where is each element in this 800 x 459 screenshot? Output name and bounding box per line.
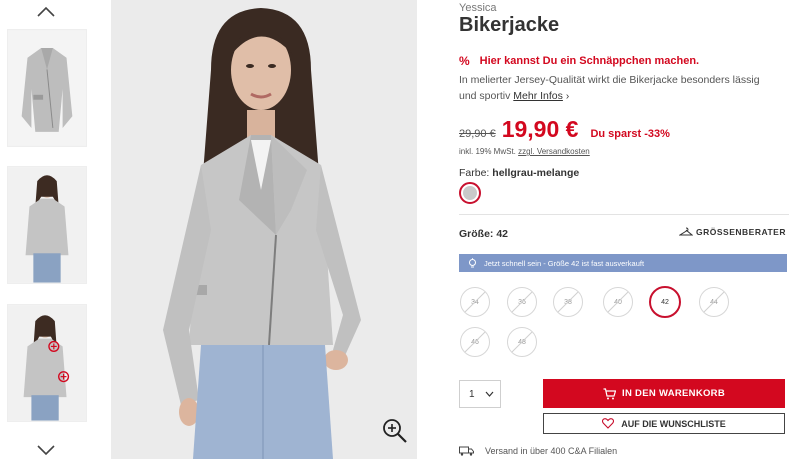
heart-icon bbox=[602, 418, 615, 429]
size-label-46: 46 bbox=[471, 338, 479, 346]
add-to-cart-label: IN DEN WARENKORB bbox=[622, 388, 725, 399]
brand-name: Yessica bbox=[459, 2, 497, 14]
size-option-38[interactable]: 38 bbox=[553, 287, 583, 317]
size-label-38: 38 bbox=[564, 298, 572, 306]
product-info: Yessica Bikerjacke % Hier kannst Du ein … bbox=[459, 0, 789, 459]
zoom-in-icon[interactable] bbox=[381, 417, 409, 445]
wishlist-label: AUF DIE WUNSCHLISTE bbox=[621, 418, 726, 429]
product-title: Bikerjacke bbox=[459, 14, 560, 36]
size-advisor-label: GRÖSSENBERATER bbox=[696, 227, 786, 237]
size-option-48[interactable]: 48 bbox=[507, 327, 537, 357]
old-price: 29,90 € bbox=[459, 128, 496, 140]
thumbnail-model-front[interactable] bbox=[7, 166, 87, 284]
promo-message: % Hier kannst Du ein Schnäppchen machen. bbox=[459, 54, 699, 68]
color-value: hellgrau-melange bbox=[492, 167, 580, 179]
size-option-44[interactable]: 44 bbox=[699, 287, 729, 317]
saving-badge: Du sparst -33% bbox=[590, 128, 670, 140]
divider bbox=[459, 214, 789, 215]
size-label-42: 42 bbox=[661, 298, 669, 306]
size-label-34: 34 bbox=[471, 298, 479, 306]
chevron-up-icon[interactable] bbox=[34, 2, 58, 22]
size-option-46[interactable]: 46 bbox=[460, 327, 490, 357]
color-swatch-hellgrau[interactable] bbox=[459, 182, 481, 204]
delivery-info: Versand in über 400 C&A Filialen bbox=[459, 446, 617, 456]
promo-text: Hier kannst Du ein Schnäppchen machen. bbox=[479, 55, 700, 67]
price-row: 29,90 € 19,90 € Du sparst -33% bbox=[459, 116, 670, 143]
size-label-36: 36 bbox=[518, 298, 526, 306]
lightbulb-icon bbox=[469, 257, 476, 267]
thumbnail-jacket-flat[interactable] bbox=[7, 29, 87, 147]
low-stock-alert: Jetzt schnell sein - Größe 42 ist fast a… bbox=[459, 254, 787, 272]
current-price: 19,90 € bbox=[501, 116, 579, 142]
alert-text: Jetzt schnell sein - Größe 42 ist fast a… bbox=[484, 258, 645, 268]
quantity-select[interactable]: 1 bbox=[459, 380, 501, 408]
main-product-image[interactable] bbox=[111, 0, 417, 459]
cart-icon bbox=[603, 387, 617, 399]
size-option-34[interactable]: 34 bbox=[460, 287, 490, 317]
vat-text: inkl. 19% MwSt. bbox=[459, 147, 516, 156]
hanger-icon bbox=[679, 227, 694, 236]
chevron-right-icon: › bbox=[565, 91, 570, 102]
more-info-link[interactable]: Mehr Infos bbox=[513, 90, 563, 102]
size-option-36[interactable]: 36 bbox=[507, 287, 537, 317]
size-label: Größe: 42 bbox=[459, 228, 509, 240]
quantity-value: 1 bbox=[469, 388, 475, 400]
size-label-40: 40 bbox=[614, 298, 622, 306]
add-to-wishlist-button[interactable]: AUF DIE WUNSCHLISTE bbox=[543, 413, 785, 434]
delivery-text: Versand in über 400 C&A Filialen bbox=[485, 446, 618, 456]
size-option-42[interactable]: 42 bbox=[649, 286, 681, 318]
size-label-48: 48 bbox=[518, 338, 526, 346]
vat-info: inkl. 19% MwSt. zzgl. Versandkosten bbox=[459, 147, 590, 156]
size-option-40[interactable]: 40 bbox=[603, 287, 633, 317]
add-to-cart-button[interactable]: IN DEN WARENKORB bbox=[543, 379, 785, 408]
thumbnail-model-pose[interactable] bbox=[7, 304, 87, 422]
truck-icon bbox=[459, 446, 474, 456]
chevron-down-icon bbox=[485, 391, 494, 397]
color-label: Farbe: hellgrau-melange bbox=[459, 167, 579, 179]
thumbnail-gallery bbox=[0, 0, 95, 459]
size-label-44: 44 bbox=[710, 298, 718, 306]
shipping-costs-link[interactable]: zzgl. Versandkosten bbox=[518, 147, 590, 156]
percent-icon: % bbox=[459, 54, 470, 68]
color-label-prefix: Farbe: bbox=[459, 167, 490, 179]
product-description: In melierter Jersey-Qualität wirkt die B… bbox=[459, 72, 769, 105]
swatch-fill bbox=[463, 186, 477, 200]
chevron-down-icon[interactable] bbox=[34, 440, 58, 459]
size-advisor-link[interactable]: GRÖSSENBERATER bbox=[679, 227, 786, 237]
description-text: In melierter Jersey-Qualität wirkt die B… bbox=[459, 74, 760, 102]
product-photo bbox=[111, 0, 417, 459]
